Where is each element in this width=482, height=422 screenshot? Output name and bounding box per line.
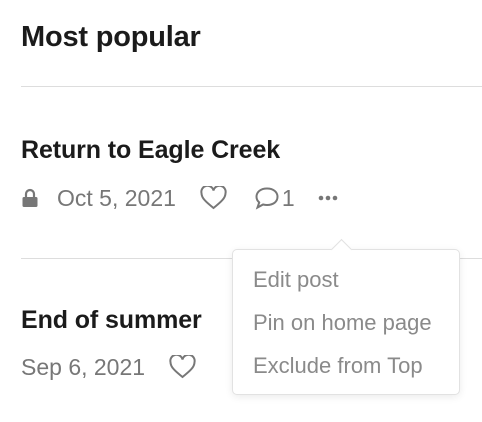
ellipsis-icon <box>318 195 338 201</box>
post-title[interactable]: Return to Eagle Creek <box>21 134 280 166</box>
comments-button[interactable]: 1 <box>254 185 295 212</box>
post-title[interactable]: End of summer <box>21 304 202 336</box>
comment-icon <box>255 187 279 210</box>
section-title: Most popular <box>21 21 201 53</box>
post-options-menu: Edit post Pin on home page Exclude from … <box>232 249 460 395</box>
post-meta: Sep 6, 2021 <box>21 352 223 382</box>
heart-icon <box>169 355 196 379</box>
like-button[interactable] <box>200 185 228 211</box>
post-date: Oct 5, 2021 <box>57 184 176 211</box>
post-date: Sep 6, 2021 <box>21 353 146 380</box>
more-options-button[interactable] <box>317 188 341 208</box>
menu-item-pin-home[interactable]: Pin on home page <box>253 309 432 337</box>
popular-posts-panel: Most popular Return to Eagle Creek Oct 5… <box>0 0 482 422</box>
heart-icon <box>200 186 227 210</box>
lock-icon <box>21 186 41 210</box>
like-button[interactable] <box>169 354 197 380</box>
divider <box>21 86 482 87</box>
menu-item-edit-post[interactable]: Edit post <box>253 266 339 294</box>
comment-count: 1 <box>281 184 295 211</box>
menu-item-exclude-top[interactable]: Exclude from Top <box>253 352 423 380</box>
post-meta: Oct 5, 2021 1 <box>21 183 341 213</box>
